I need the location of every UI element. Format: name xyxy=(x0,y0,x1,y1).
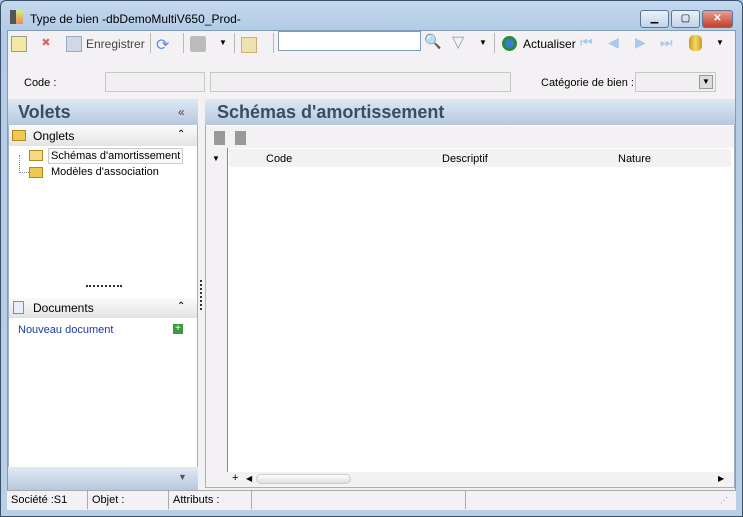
collapse-section-icon[interactable]: ⌃ xyxy=(177,129,185,140)
separator xyxy=(273,33,274,53)
save-icon[interactable] xyxy=(66,36,82,52)
scroll-left-icon[interactable]: ◀ xyxy=(246,474,252,483)
last-record-icon[interactable]: ⏭ xyxy=(660,34,673,51)
splitter-handle[interactable] xyxy=(86,285,122,287)
tabs-section-header[interactable]: Onglets xyxy=(9,126,197,146)
open-folder-icon xyxy=(29,150,43,161)
window-title: Type de bien -dbDemoMultiV650_Prod- xyxy=(30,12,241,26)
documents-section-header[interactable]: Documents xyxy=(9,298,197,318)
code-field[interactable] xyxy=(105,72,205,92)
status-panel xyxy=(253,491,466,509)
status-company: Société :S1 xyxy=(8,491,88,509)
add-icon[interactable]: + xyxy=(173,324,183,334)
new-document-link[interactable]: Nouveau document xyxy=(18,324,113,336)
filter-icon[interactable]: ▽ xyxy=(452,32,464,52)
database-dropdown-icon[interactable]: ▼ xyxy=(716,38,724,47)
vertical-splitter[interactable] xyxy=(200,280,202,310)
maximize-button[interactable]: ▢ xyxy=(671,10,700,28)
sync-icon[interactable]: ⟳ xyxy=(156,35,172,54)
column-descriptif[interactable]: Descriptif xyxy=(442,153,488,165)
search-icon[interactable]: 🔍 xyxy=(424,33,441,50)
new-icon[interactable] xyxy=(11,36,27,52)
pane-footer xyxy=(8,467,198,490)
pane-menu-icon[interactable]: ▼ xyxy=(178,472,187,482)
close-button[interactable]: ✕ xyxy=(702,10,733,28)
left-pane-title: Volets xyxy=(8,99,198,125)
status-attributes: Attributs : xyxy=(170,491,252,509)
separator xyxy=(494,33,495,53)
print-icon[interactable] xyxy=(190,36,206,52)
resize-grip-icon[interactable]: ⋰ xyxy=(720,496,728,505)
collapse-section-icon[interactable]: ⌃ xyxy=(177,301,185,312)
document-icon xyxy=(13,301,24,314)
separator xyxy=(234,33,235,53)
column-chooser-icon[interactable]: ▼ xyxy=(212,154,220,163)
code-description-field[interactable] xyxy=(210,72,511,92)
separator xyxy=(183,33,184,53)
print-dropdown-icon[interactable]: ▼ xyxy=(219,38,227,47)
next-record-icon[interactable]: ▶ xyxy=(635,34,646,51)
folder-icon[interactable] xyxy=(241,37,257,53)
scrollbar-thumb[interactable] xyxy=(256,474,351,484)
tree-item-models[interactable]: Modèles d'association xyxy=(51,166,159,178)
row-selector-column xyxy=(206,148,228,472)
column-code[interactable]: Code xyxy=(266,153,292,165)
status-object: Objet : xyxy=(89,491,169,509)
category-select[interactable]: ▼ xyxy=(635,72,716,92)
tree-line xyxy=(19,155,29,173)
refresh-button[interactable]: Actualiser xyxy=(523,37,576,51)
collapse-pane-icon[interactable]: « xyxy=(178,105,185,119)
grid-toolbar xyxy=(206,126,734,148)
column-nature[interactable]: Nature xyxy=(618,153,651,165)
main-title: Schémas d'amortissement xyxy=(205,99,735,125)
minimize-button[interactable]: ▁ xyxy=(640,10,669,28)
save-button[interactable]: Enregistrer xyxy=(86,37,145,51)
add-row-icon[interactable]: + xyxy=(232,472,238,484)
refresh-icon[interactable] xyxy=(502,36,517,51)
folder-icon xyxy=(29,167,43,178)
search-input[interactable] xyxy=(278,31,421,51)
folder-icon xyxy=(12,130,26,141)
first-record-icon[interactable]: ⏮ xyxy=(580,34,593,51)
code-label: Code : xyxy=(24,77,57,89)
documents-section-label: Documents xyxy=(33,301,94,315)
category-label: Catégorie de bien : xyxy=(541,77,634,89)
grid-new-icon[interactable] xyxy=(214,131,225,145)
delete-icon[interactable]: ✖ xyxy=(38,36,54,52)
filter-dropdown-icon[interactable]: ▼ xyxy=(479,38,487,47)
grid-edit-icon[interactable] xyxy=(235,131,246,145)
scroll-right-icon[interactable]: ▶ xyxy=(718,474,724,483)
tree-item-schemas[interactable]: Schémas d'amortissement xyxy=(48,148,184,164)
database-icon[interactable] xyxy=(689,35,702,51)
separator xyxy=(150,33,151,53)
chevron-down-icon[interactable]: ▼ xyxy=(699,75,713,89)
tabs-section-label: Onglets xyxy=(33,129,75,143)
app-icon-part xyxy=(16,10,23,24)
previous-record-icon[interactable]: ◀ xyxy=(608,34,619,51)
